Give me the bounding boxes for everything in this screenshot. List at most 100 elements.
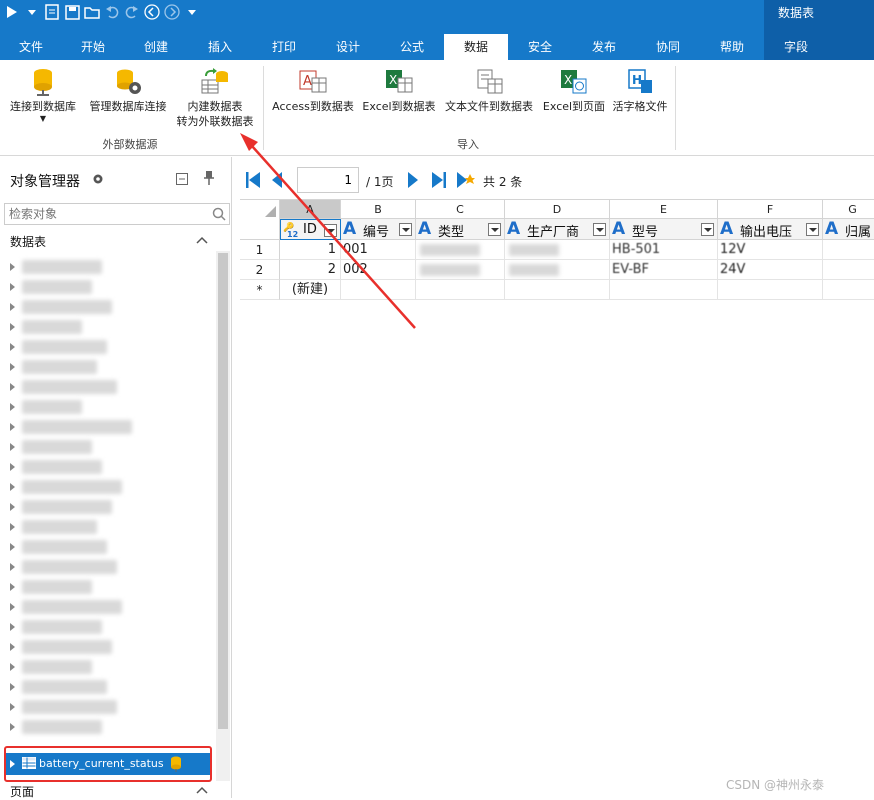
select-all-corner[interactable]	[240, 199, 280, 240]
table-cell[interactable]: 12V	[718, 240, 823, 260]
tree-item[interactable]	[6, 557, 212, 577]
filter-dropdown-icon[interactable]	[324, 224, 337, 237]
tree-item[interactable]	[6, 697, 212, 717]
ribbon-tab[interactable]: 数据	[444, 34, 508, 60]
minimize-panel-icon[interactable]	[176, 173, 188, 188]
tables-section-header[interactable]: 数据表	[10, 233, 46, 250]
first-page-icon[interactable]	[246, 172, 260, 191]
undo-icon[interactable]	[104, 4, 120, 20]
pages-section-header[interactable]: 页面	[10, 783, 34, 800]
column-letter-header[interactable]: A	[280, 199, 341, 219]
customize-toolbar-icon[interactable]	[184, 4, 200, 20]
convert-to-external-table-button[interactable]: 内建数据表 转为外联数据表	[170, 68, 260, 129]
tree-item[interactable]	[6, 657, 212, 677]
filter-dropdown-icon[interactable]	[806, 223, 819, 236]
table-cell[interactable]	[505, 280, 610, 300]
field-header[interactable]: A 输出电压	[718, 219, 823, 240]
tree-item[interactable]	[6, 677, 212, 697]
ribbon-tab[interactable]: 协同	[636, 34, 700, 60]
row-header[interactable]: 2	[240, 260, 280, 280]
expand-arrow-icon[interactable]	[10, 683, 15, 691]
column-letter-header[interactable]: D	[505, 199, 610, 219]
ribbon-tab[interactable]: 字段	[764, 34, 828, 60]
table-cell[interactable]	[416, 240, 505, 260]
last-page-icon[interactable]	[432, 172, 446, 191]
tree-item[interactable]	[6, 337, 212, 357]
expand-arrow-icon[interactable]	[10, 543, 15, 551]
expand-arrow-icon[interactable]	[10, 523, 15, 531]
expand-arrow-icon[interactable]	[10, 563, 15, 571]
tree-item[interactable]	[6, 417, 212, 437]
column-letter-header[interactable]: B	[341, 199, 416, 219]
new-record-icon[interactable]	[457, 172, 475, 191]
ribbon-tab[interactable]: 安全	[508, 34, 572, 60]
tree-item[interactable]	[6, 597, 212, 617]
expand-arrow-icon[interactable]	[10, 383, 15, 391]
field-header[interactable]: A 类型	[416, 219, 505, 240]
connect-database-button[interactable]: 连接到数据库 ▼	[4, 68, 82, 124]
expand-arrow-icon[interactable]	[10, 623, 15, 631]
field-header[interactable]: A 归属	[823, 219, 874, 240]
tree-item[interactable]	[6, 457, 212, 477]
column-letter-header[interactable]: G	[823, 199, 874, 219]
tree-item[interactable]	[6, 617, 212, 637]
next-page-icon[interactable]	[408, 172, 418, 191]
table-cell[interactable]: (新建)	[280, 280, 341, 300]
forward-icon[interactable]	[164, 4, 180, 20]
ribbon-tab[interactable]: 创建	[124, 34, 188, 60]
table-cell[interactable]: 001	[341, 240, 416, 260]
filter-dropdown-icon[interactable]	[399, 223, 412, 236]
table-cell[interactable]	[823, 240, 874, 260]
ribbon-tab[interactable]: 公式	[380, 34, 444, 60]
table-cell[interactable]: HB-501	[610, 240, 718, 260]
previous-page-icon[interactable]	[272, 172, 282, 191]
expand-arrow-icon[interactable]	[10, 303, 15, 311]
pin-icon[interactable]	[204, 171, 214, 188]
expand-arrow-icon[interactable]	[10, 403, 15, 411]
run-icon[interactable]	[4, 4, 20, 20]
dropdown-arrow-icon[interactable]	[24, 4, 40, 20]
gear-icon[interactable]	[92, 173, 104, 188]
filter-dropdown-icon[interactable]	[488, 223, 501, 236]
excel-to-table-button[interactable]: X Excel到数据表	[358, 68, 440, 114]
tree-item[interactable]	[6, 517, 212, 537]
tree-item[interactable]	[6, 437, 212, 457]
column-letter-header[interactable]: E	[610, 199, 718, 219]
table-cell[interactable]: 002	[341, 260, 416, 280]
page-number-input[interactable]	[297, 167, 359, 193]
expand-arrow-icon[interactable]	[10, 703, 15, 711]
expand-arrow-icon[interactable]	[10, 323, 15, 331]
field-header[interactable]: A 型号	[610, 219, 718, 240]
expand-arrow-icon[interactable]	[10, 343, 15, 351]
tree-item[interactable]	[6, 477, 212, 497]
tree-item[interactable]	[6, 257, 212, 277]
tree-item[interactable]	[6, 637, 212, 657]
tree-item[interactable]	[6, 717, 212, 737]
search-icon[interactable]	[212, 207, 226, 224]
redo-icon[interactable]	[124, 4, 140, 20]
tree-item[interactable]	[6, 297, 212, 317]
table-cell[interactable]	[823, 260, 874, 280]
table-cell[interactable]	[341, 280, 416, 300]
chevron-up-icon[interactable]	[196, 783, 208, 797]
ribbon-tab[interactable]: 开始	[62, 34, 124, 60]
field-header[interactable]: 🔑 12 ID	[280, 219, 341, 240]
tree-item[interactable]	[6, 577, 212, 597]
filter-dropdown-icon[interactable]	[701, 223, 714, 236]
textfile-to-table-button[interactable]: 文本文件到数据表	[440, 68, 538, 114]
manage-database-connections-button[interactable]: 管理数据库连接	[84, 68, 172, 114]
expand-arrow-icon[interactable]	[10, 583, 15, 591]
tree-item[interactable]	[6, 317, 212, 337]
access-to-table-button[interactable]: A Access到数据表	[268, 68, 358, 114]
row-header[interactable]: *	[240, 280, 280, 300]
expand-arrow-icon[interactable]	[10, 503, 15, 511]
excel-to-page-button[interactable]: X Excel到页面	[540, 68, 608, 114]
tree-item[interactable]	[6, 497, 212, 517]
ribbon-tab[interactable]: 插入	[188, 34, 252, 60]
expand-arrow-icon[interactable]	[10, 423, 15, 431]
tree-item[interactable]	[6, 357, 212, 377]
chevron-up-icon[interactable]	[196, 233, 208, 247]
table-cell[interactable]	[718, 280, 823, 300]
expand-arrow-icon[interactable]	[10, 663, 15, 671]
ribbon-tab[interactable]: 发布	[572, 34, 636, 60]
